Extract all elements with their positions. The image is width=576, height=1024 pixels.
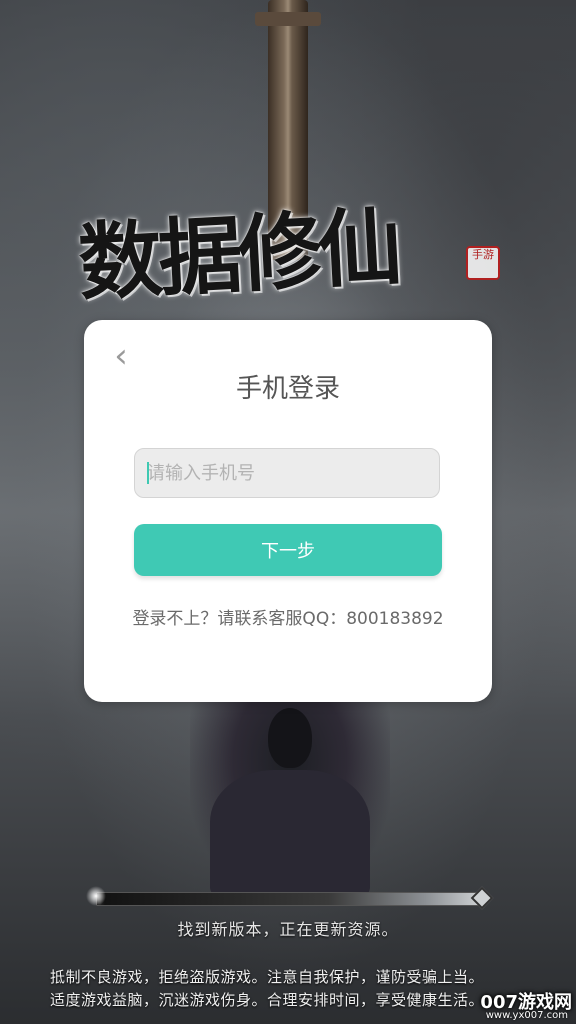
sword-guard-artwork <box>255 12 321 26</box>
logo-seal: 手游 <box>466 246 500 280</box>
progress-spark-icon <box>86 886 106 906</box>
update-status-text: 找到新版本，正在更新资源。 <box>177 920 399 939</box>
dialog-title: 手机登录 <box>235 374 340 404</box>
health-notice-line-2: 适度游戏益脑，沉迷游戏伤身。合理安排时间，享受健康生活。 <box>50 991 485 1009</box>
site-watermark-url: www.yx007.com <box>485 1010 568 1021</box>
login-dialog: ‹ 手机登录 下一步 登录不上？请联系客服QQ：800183892 <box>84 320 492 702</box>
game-logo: 数据修仙 <box>75 196 401 313</box>
next-step-button[interactable]: 下一步 <box>134 524 442 576</box>
phone-number-input[interactable] <box>134 448 440 498</box>
health-notice: 抵制不良游戏，拒绝盗版游戏。注意自我保护，谨防受骗上当。 适度游戏益脑，沉迷游戏… <box>50 966 484 1012</box>
update-progress-bar <box>96 892 484 906</box>
character-head <box>268 708 312 768</box>
support-contact-text: 登录不上？请联系客服QQ：800183892 <box>132 609 444 629</box>
text-caret <box>147 462 149 484</box>
health-notice-line-1: 抵制不良游戏，拒绝盗版游戏。注意自我保护，谨防受骗上当。 <box>50 968 485 986</box>
character-body <box>210 770 370 900</box>
